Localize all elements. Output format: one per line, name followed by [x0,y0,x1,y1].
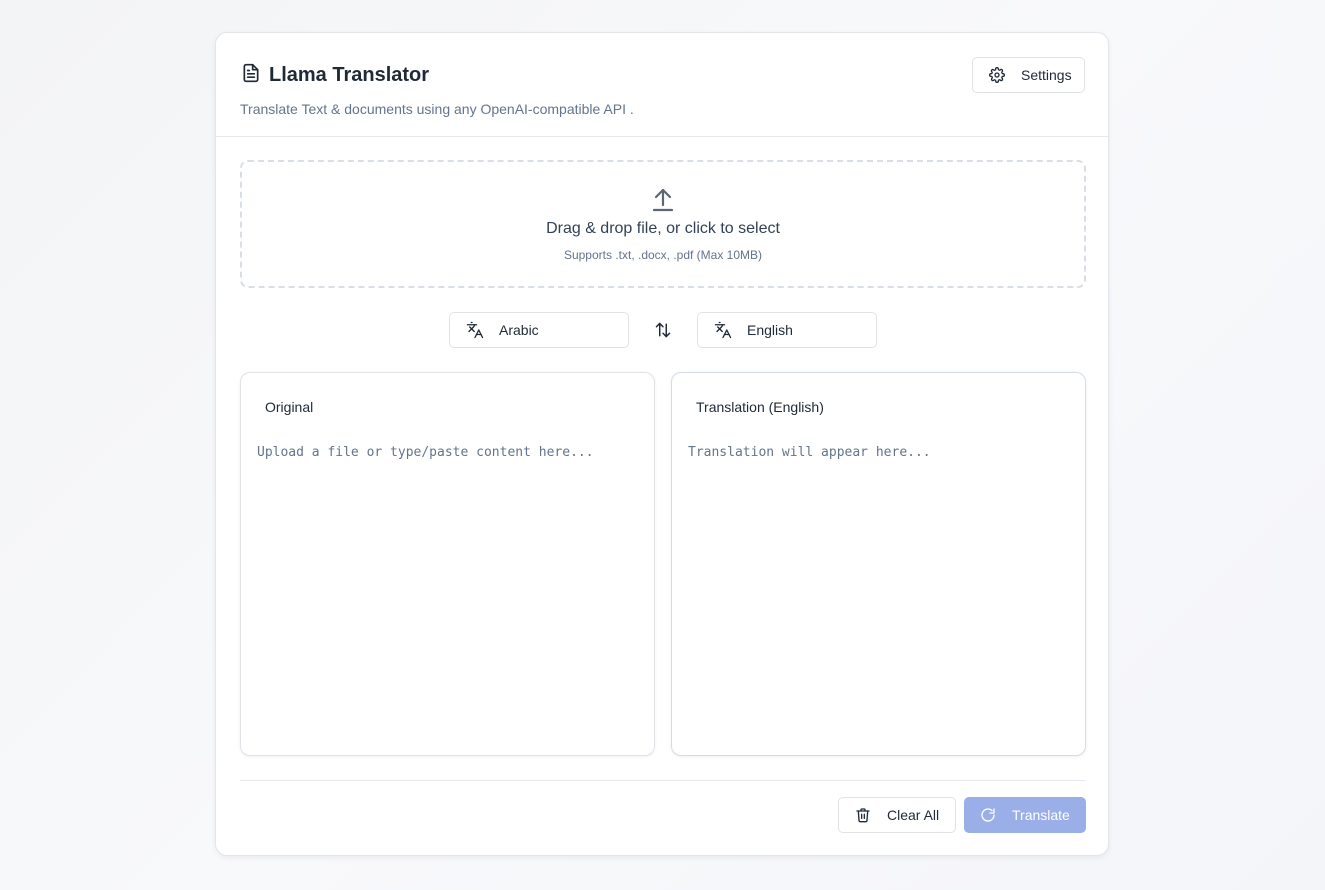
original-panel: Original [240,372,655,756]
target-language-label: English [747,322,793,338]
gear-icon [973,67,1005,83]
title-row: Llama Translator [241,63,429,88]
clear-all-button[interactable]: Clear All [838,797,956,833]
upload-icon [651,186,675,212]
target-language-select[interactable]: English [697,312,877,348]
translate-icon [698,321,732,339]
translation-panel-title: Translation (English) [696,399,824,415]
header: Llama Translator Translate Text & docume… [216,33,1108,137]
settings-button[interactable]: Settings [972,57,1085,93]
footer-divider [240,780,1086,781]
translation-output: Translation will appear here... [688,445,931,460]
translate-button[interactable]: Translate [964,797,1086,833]
settings-label: Settings [1021,67,1072,83]
translate-label: Translate [1012,807,1070,823]
clear-all-label: Clear All [887,807,940,823]
app-title: Llama Translator [269,64,430,86]
document-icon [241,63,261,88]
file-dropzone[interactable]: Drag & drop file, or click to select Sup… [240,160,1086,288]
swap-languages-button[interactable] [652,319,674,341]
translator-card: Llama Translator Translate Text & docume… [215,32,1109,856]
dropzone-title: Drag & drop file, or click to select [546,220,780,237]
original-panel-title: Original [265,399,314,415]
source-language-select[interactable]: Arabic [449,312,629,348]
translate-icon [450,321,484,339]
refresh-icon [964,807,996,823]
translation-panel: Translation (English) Translation will a… [671,372,1086,756]
original-text-input[interactable] [257,445,637,735]
source-language-label: Arabic [499,322,539,338]
trash-icon [839,807,871,823]
app-subtitle: Translate Text & documents using any Ope… [240,101,634,117]
dropzone-subtitle: Supports .txt, .docx, .pdf (Max 10MB) [563,248,763,262]
swap-arrows-icon [654,321,672,339]
